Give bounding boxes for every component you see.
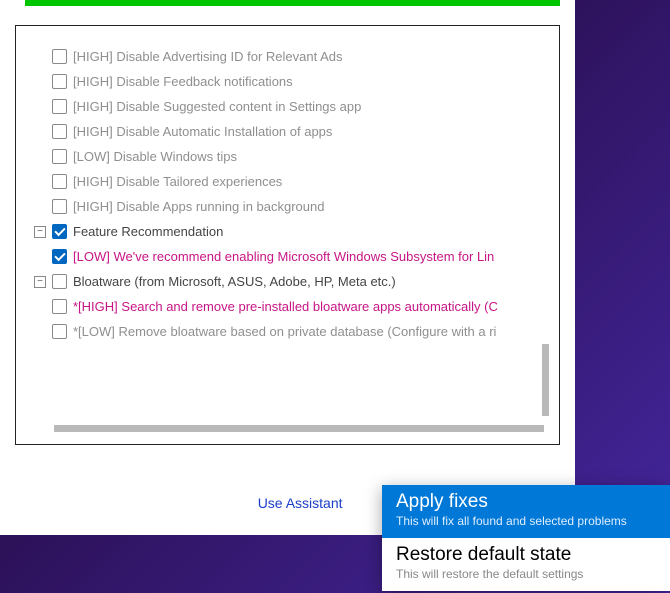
menu-restore-default[interactable]: Restore default state This will restore … — [382, 538, 670, 591]
item-label: *[LOW] Remove bloatware based on private… — [73, 324, 496, 339]
checkbox[interactable] — [52, 149, 67, 164]
tree: [HIGH] Disable Advertising ID for Releva… — [34, 44, 553, 438]
tree-panel: [HIGH] Disable Advertising ID for Releva… — [15, 25, 560, 445]
item-label: [LOW] Disable Windows tips — [73, 149, 237, 164]
item-label: *[HIGH] Search and remove pre-installed … — [73, 299, 498, 314]
menu-item-title: Restore default state — [396, 544, 656, 566]
list-item[interactable]: *[HIGH] Search and remove pre-installed … — [34, 294, 553, 319]
checkbox[interactable] — [52, 224, 67, 239]
checkbox[interactable] — [52, 299, 67, 314]
list-item[interactable]: [LOW] We've recommend enabling Microsoft… — [34, 244, 553, 269]
list-item[interactable]: [HIGH] Disable Automatic Installation of… — [34, 119, 553, 144]
item-label: [LOW] We've recommend enabling Microsoft… — [73, 249, 494, 264]
checkbox[interactable] — [52, 274, 67, 289]
item-label: [HIGH] Disable Feedback notifications — [73, 74, 293, 89]
list-item[interactable]: *[LOW] Remove bloatware based on private… — [34, 319, 553, 344]
checkbox[interactable] — [52, 49, 67, 64]
checkbox[interactable] — [52, 124, 67, 139]
collapse-icon[interactable]: − — [34, 276, 46, 288]
list-item[interactable]: [HIGH] Disable Tailored experiences — [34, 169, 553, 194]
list-item[interactable]: [HIGH] Disable Advertising ID for Releva… — [34, 44, 553, 69]
group-label: Feature Recommendation — [73, 224, 223, 239]
item-label: [HIGH] Disable Tailored experiences — [73, 174, 282, 189]
menu-apply-fixes[interactable]: Apply fixes This will fix all found and … — [382, 485, 670, 538]
checkbox[interactable] — [52, 199, 67, 214]
context-menu: Apply fixes This will fix all found and … — [382, 485, 670, 591]
checkbox[interactable] — [52, 249, 67, 264]
horizontal-scrollbar[interactable] — [54, 425, 544, 432]
collapse-icon[interactable]: − — [34, 226, 46, 238]
item-label: [HIGH] Disable Suggested content in Sett… — [73, 99, 361, 114]
checkbox[interactable] — [52, 324, 67, 339]
menu-item-title: Apply fixes — [396, 491, 656, 513]
tree-group-bloatware[interactable]: − Bloatware (from Microsoft, ASUS, Adobe… — [34, 269, 553, 294]
menu-item-subtitle: This will fix all found and selected pro… — [396, 514, 656, 528]
checkbox[interactable] — [52, 99, 67, 114]
list-item[interactable]: [HIGH] Disable Feedback notifications — [34, 69, 553, 94]
menu-item-subtitle: This will restore the default settings — [396, 567, 656, 581]
group-label: Bloatware (from Microsoft, ASUS, Adobe, … — [73, 274, 396, 289]
list-item[interactable]: [HIGH] Disable Apps running in backgroun… — [34, 194, 553, 219]
item-label: [HIGH] Disable Apps running in backgroun… — [73, 199, 324, 214]
list-item[interactable]: [HIGH] Disable Suggested content in Sett… — [34, 94, 553, 119]
item-label: [HIGH] Disable Automatic Installation of… — [73, 124, 332, 139]
vertical-scrollbar[interactable] — [542, 344, 549, 416]
use-assistant-link[interactable]: Use Assistant — [258, 495, 343, 511]
accent-bar — [25, 0, 560, 6]
checkbox[interactable] — [52, 174, 67, 189]
app-window: [HIGH] Disable Advertising ID for Releva… — [0, 0, 575, 535]
list-item[interactable]: [LOW] Disable Windows tips — [34, 144, 553, 169]
tree-group-feature[interactable]: − Feature Recommendation — [34, 219, 553, 244]
item-label: [HIGH] Disable Advertising ID for Releva… — [73, 49, 343, 64]
checkbox[interactable] — [52, 74, 67, 89]
